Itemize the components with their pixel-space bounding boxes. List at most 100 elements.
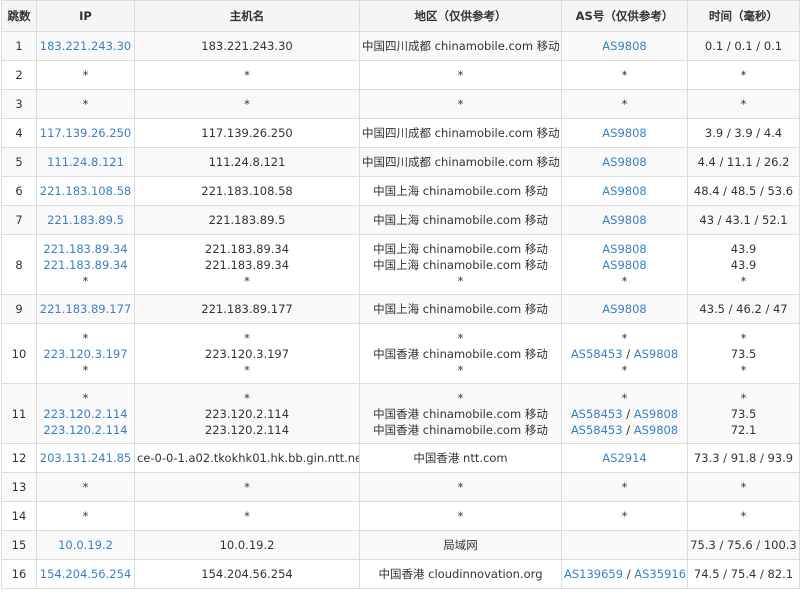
as-link[interactable]: AS58453 (571, 347, 623, 361)
time-cell: 73.3 / 91.8 / 93.9 (687, 443, 800, 473)
as-link[interactable]: AS9808 (602, 39, 646, 53)
hostname: 154.204.56.254 (201, 567, 293, 581)
header-as-number: AS号（仅供参考） (561, 0, 688, 32)
as-cell: AS9808 AS9808 * (561, 234, 688, 295)
ip-cell: * (36, 89, 135, 119)
region-cell: 中国上海 chinamobile.com 移动 中国上海 chinamobile.… (359, 234, 562, 295)
as-link[interactable]: AS2914 (602, 451, 646, 465)
as-link[interactable]: AS9808 (634, 423, 678, 437)
hop-number: 14 (11, 509, 27, 523)
as-line: AS139659 / AS35916 (564, 566, 686, 582)
region-cell: 中国上海 chinamobile.com 移动 (359, 205, 562, 235)
hostname-cell: 10.0.19.2 (134, 530, 360, 560)
latency-value: 73.5 (730, 406, 757, 421)
table-row: 5 111.24.8.121 111.24.8.121 中国四川成都 chinamob… (1, 147, 800, 177)
ip-cell: 221.183.108.58 (36, 176, 135, 206)
hostname-cell: * 223.120.3.197 * (134, 323, 360, 384)
region-text: * (457, 68, 464, 82)
as-timeout: * (621, 480, 628, 494)
table-row: 15 10.0.19.2 10.0.19.2 局域网 75.3 / 75.6 / 100… (1, 530, 800, 560)
hostname: 221.183.108.58 (201, 184, 293, 198)
ip-link[interactable]: 223.120.3.197 (39, 346, 132, 362)
region-text: 中国香港 chinamobile.com 移动 (373, 406, 548, 421)
ip-link[interactable]: 221.183.89.34 (39, 241, 132, 257)
as-link[interactable]: AS35916 (634, 567, 686, 581)
ip-cell: 221.183.89.5 (36, 205, 135, 235)
ip-cell: * (36, 501, 135, 531)
hop-number: 15 (11, 538, 27, 552)
region-cell: * 中国香港 chinamobile.com 移动 中国香港 chinamobile… (359, 383, 562, 444)
as-link[interactable]: AS9808 (602, 258, 646, 272)
hostname-cell: 221.183.89.34 221.183.89.34 * (134, 234, 360, 295)
as-link[interactable]: AS9808 (602, 184, 646, 198)
ip-link[interactable]: 183.221.243.30 (39, 38, 132, 54)
time-cell: 4.4 / 11.1 / 26.2 (687, 147, 800, 177)
as-link[interactable]: AS9808 (602, 242, 646, 256)
region-cell: * (359, 501, 562, 531)
as-timeout: * (621, 362, 628, 377)
ip-link[interactable]: 111.24.8.121 (39, 154, 132, 170)
hop-cell: 14 (1, 501, 37, 531)
as-separator: / (622, 346, 634, 361)
time-cell: 43.9 43.9 * (687, 234, 800, 295)
ip-link[interactable]: 10.0.19.2 (39, 537, 132, 553)
table-row: 13 * * * * * (1, 472, 800, 502)
latency-value: 43 / 43.1 / 52.1 (699, 213, 788, 227)
ip-link[interactable]: 203.131.241.85 (39, 450, 132, 466)
latency-value: 43.9 (730, 257, 757, 272)
region-text: * (457, 480, 464, 494)
latency-value: 48.4 / 48.5 / 53.6 (693, 184, 794, 198)
latency-value: 4.4 / 11.1 / 26.2 (697, 155, 790, 169)
as-link[interactable]: AS58453 (571, 423, 623, 437)
header-hop: 跳数 (1, 0, 37, 32)
hostname-cell: * (134, 89, 360, 119)
region-text: 中国上海 chinamobile.com 移动 (373, 257, 548, 272)
as-line: * (564, 67, 685, 83)
ip-link[interactable]: 221.183.89.5 (39, 212, 132, 228)
ip-cell: 221.183.89.177 (36, 294, 135, 324)
time-cell: * (687, 89, 800, 119)
ip-link[interactable]: 223.120.2.114 (39, 422, 132, 438)
hostname-cell: * 223.120.2.114 223.120.2.114 (134, 383, 360, 444)
ip-link[interactable]: 221.183.89.177 (39, 301, 132, 317)
as-link[interactable]: AS58453 (571, 407, 623, 421)
as-link[interactable]: AS9808 (634, 407, 678, 421)
time-cell: * (687, 501, 800, 531)
as-link[interactable]: AS9808 (634, 347, 678, 361)
as-link[interactable]: AS9808 (602, 126, 646, 140)
as-cell: AS9808 (561, 176, 688, 206)
as-link[interactable]: AS9808 (602, 302, 646, 316)
ip-link[interactable]: 223.120.2.114 (39, 406, 132, 422)
table-row: 11 * 223.120.2.114 223.120.2.114 * 223.120.2.… (1, 383, 800, 444)
as-link[interactable]: AS139659 (564, 567, 623, 581)
region-text: 中国四川成都 chinamobile.com 移动 (362, 39, 560, 53)
as-link[interactable]: AS9808 (602, 155, 646, 169)
as-cell: AS9808 (561, 118, 688, 148)
header-region: 地区（仅供参考） (359, 0, 562, 32)
ip-link[interactable]: 221.183.89.34 (39, 257, 132, 273)
latency-value: 73.3 / 91.8 / 93.9 (693, 451, 794, 465)
hostname: 183.221.243.30 (201, 39, 293, 53)
as-cell: AS9808 (561, 31, 688, 61)
table-row: 6 221.183.108.58 221.183.108.58 中国上海 chinam… (1, 176, 800, 206)
as-line: AS9808 (564, 212, 685, 228)
region-cell: * (359, 60, 562, 90)
hop-number: 13 (11, 480, 27, 494)
region-cell: 中国上海 chinamobile.com 移动 (359, 294, 562, 324)
ip-link[interactable]: 154.204.56.254 (39, 566, 132, 582)
as-line: AS9808 (564, 183, 685, 199)
ip-link[interactable]: 221.183.108.58 (39, 183, 132, 199)
region-text: 中国上海 chinamobile.com 移动 (373, 184, 548, 198)
hostname-cell: 117.139.26.250 (134, 118, 360, 148)
hop-number: 12 (11, 451, 27, 465)
hop-cell: 8 (1, 234, 37, 295)
hop-number: 9 (15, 302, 23, 316)
as-link[interactable]: AS9808 (602, 213, 646, 227)
hop-number: 6 (15, 184, 23, 198)
table-row: 3 * * * * * (1, 89, 800, 119)
time-cell: * (687, 472, 800, 502)
ip-cell: 183.221.243.30 (36, 31, 135, 61)
region-text: 中国香港 chinamobile.com 移动 (373, 346, 548, 361)
as-cell: * (561, 60, 688, 90)
ip-link[interactable]: 117.139.26.250 (39, 125, 132, 141)
